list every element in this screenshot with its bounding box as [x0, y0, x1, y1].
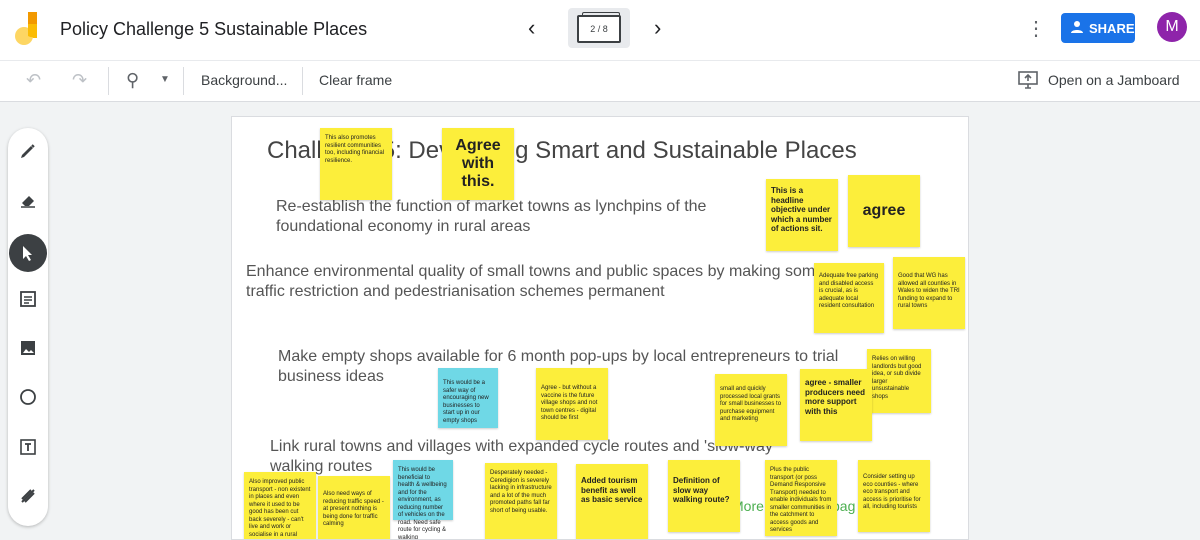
sticky-note-blue[interactable]: This would be beneficial to health & wel…: [393, 460, 453, 539]
zoom-icon[interactable]: ⚲: [126, 70, 139, 91]
clear-frame-button[interactable]: Clear frame: [319, 72, 392, 88]
sticky-note[interactable]: Adequate free parking and disabled acces…: [814, 263, 884, 333]
share-button[interactable]: SHARE: [1061, 13, 1135, 43]
document-title[interactable]: Policy Challenge 5 Sustainable Places: [60, 19, 367, 40]
sticky-note[interactable]: Plus the public transport (or poss Deman…: [765, 460, 837, 536]
app-header: Policy Challenge 5 Sustainable Places ‹ …: [0, 0, 1200, 60]
sticky-note[interactable]: small and quickly processed local grants…: [715, 374, 787, 446]
next-frame-button[interactable]: ›: [654, 17, 661, 39]
share-label: SHARE: [1089, 21, 1135, 36]
undo-icon[interactable]: ↶: [26, 70, 41, 91]
zoom-dropdown-icon[interactable]: ▼: [160, 74, 170, 85]
jamboard-logo-icon[interactable]: [14, 12, 40, 46]
sticky-note[interactable]: Also need ways of reducing traffic speed…: [318, 476, 390, 539]
sticky-note[interactable]: Desperately needed - Ceredigion is sever…: [485, 463, 557, 539]
laser-icon[interactable]: [13, 481, 43, 511]
toolbar-divider: [302, 67, 303, 95]
sticky-note[interactable]: Also improved public transport - non exi…: [244, 472, 316, 539]
policy-line-2: Enhance environmental quality of small t…: [246, 263, 825, 300]
sticky-note[interactable]: Relies on willing landlords but good ide…: [867, 349, 931, 413]
sticky-note[interactable]: Agree - but without a vaccine is the fut…: [536, 368, 608, 440]
toolbar: ↶ ↷ ⚲ ▼ Background... Clear frame Open o…: [0, 60, 1200, 102]
sticky-note-blue[interactable]: This would be a safer way of encouraging…: [438, 368, 498, 428]
sticky-note[interactable]: Added tourism benefit as well as basic s…: [576, 464, 648, 539]
text-box-icon[interactable]: [13, 432, 43, 462]
previous-frame-button[interactable]: ‹: [528, 17, 535, 39]
circle-shape-icon[interactable]: [13, 382, 43, 412]
open-jamboard-icon[interactable]: [1018, 71, 1038, 89]
frame-bar-toggle[interactable]: 2 / 8: [568, 8, 630, 48]
sticky-note[interactable]: agree - smaller producers need more supp…: [800, 369, 872, 441]
person-add-icon: [1071, 21, 1083, 33]
sticky-note-icon[interactable]: [13, 284, 43, 314]
toolbar-divider: [183, 67, 184, 95]
pen-icon[interactable]: [13, 136, 43, 166]
more-options-icon[interactable]: ⋮: [1026, 16, 1046, 41]
redo-icon[interactable]: ↷: [72, 70, 87, 91]
frame-indicator: 2 / 8: [577, 15, 621, 43]
select-icon[interactable]: [9, 234, 47, 272]
background-button[interactable]: Background...: [201, 72, 287, 88]
policy-line-1: Re-establish the function of market town…: [276, 198, 707, 235]
sticky-note[interactable]: Consider setting up eco counties - where…: [858, 460, 930, 532]
sticky-note[interactable]: This also promotes resilient communities…: [320, 128, 392, 200]
sticky-note[interactable]: Definition of slow way walking route?: [668, 460, 740, 532]
sticky-note[interactable]: Agree with this.: [442, 128, 514, 200]
sticky-note[interactable]: agree: [848, 175, 920, 247]
sticky-note[interactable]: This is a headline objective under which…: [766, 179, 838, 251]
toolbar-divider: [108, 67, 109, 95]
eraser-icon[interactable]: [13, 185, 43, 215]
image-icon[interactable]: [13, 333, 43, 363]
jamboard-frame[interactable]: Challenge 5: Developing Smart and Sustai…: [231, 116, 969, 540]
sticky-note[interactable]: Good that WG has allowed all counties in…: [893, 257, 965, 329]
tools-sidebar: [8, 128, 48, 526]
open-on-jamboard-button[interactable]: Open on a Jamboard: [1048, 72, 1180, 88]
account-avatar[interactable]: M: [1157, 12, 1187, 42]
